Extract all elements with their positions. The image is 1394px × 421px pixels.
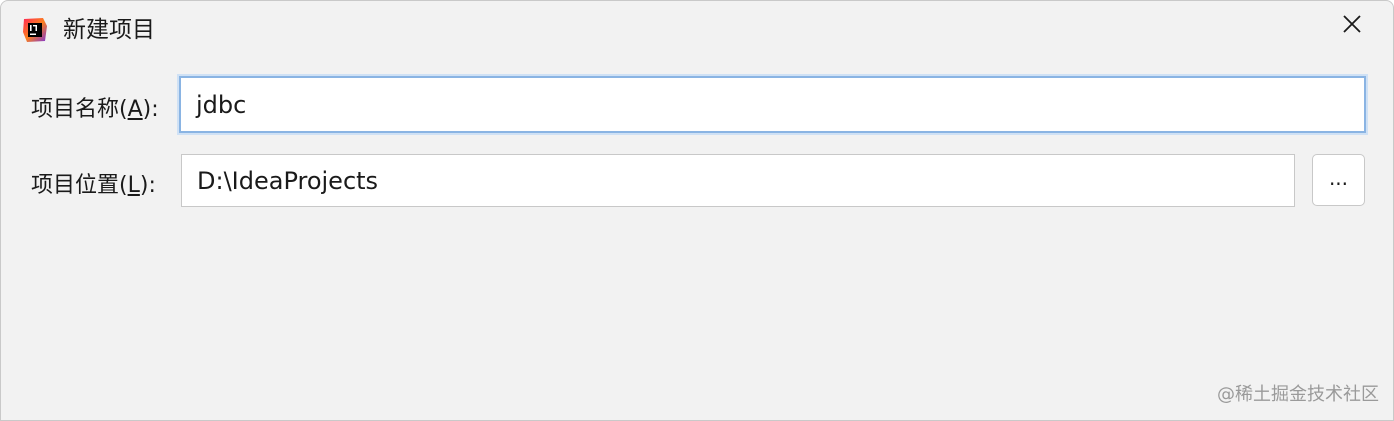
close-icon [1343,15,1361,37]
project-name-mnemonic: A [127,97,143,122]
project-location-mnemonic: L [127,173,140,198]
project-name-label: 项目名称(A): [31,91,159,123]
project-name-label-prefix: 项目名称( [31,97,128,122]
project-location-label-prefix: 项目位置( [31,173,128,198]
browse-button[interactable]: ... [1312,154,1365,206]
project-location-label: 项目位置(L): [31,167,156,199]
project-location-input[interactable]: D:\IdeaProjects [181,154,1295,207]
project-location-label-suffix: ): [139,173,156,198]
project-name-value: jdbc [196,90,247,119]
new-project-dialog: 新建项目 项目名称(A): jdbc 项目位置(L): D:\IdeaProje… [0,0,1394,421]
dialog-title: 新建项目 [63,17,155,43]
project-location-value: D:\IdeaProjects [197,166,379,195]
intellij-idea-icon [21,16,49,44]
watermark: @稀土掘金技术社区 [1217,384,1379,405]
title-bar: 新建项目 [1,1,1393,57]
project-name-input[interactable]: jdbc [179,76,1366,133]
close-button[interactable] [1337,11,1367,41]
project-name-label-suffix: ): [142,97,159,122]
